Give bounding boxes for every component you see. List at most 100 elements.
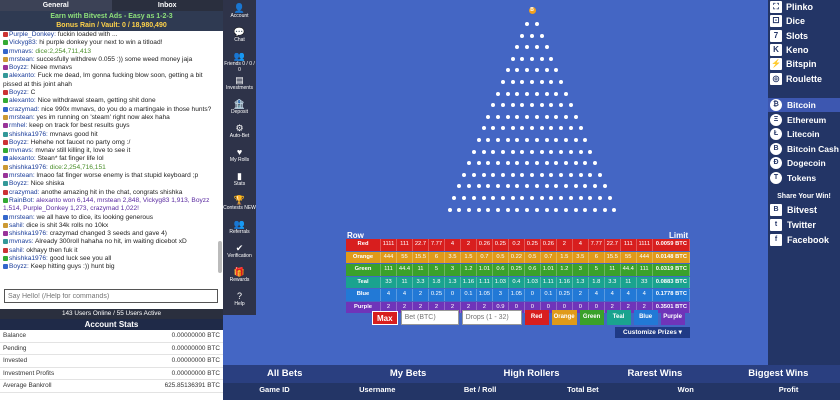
chat-username[interactable]: sahil:	[9, 222, 24, 229]
chat-username[interactable]: crazymad:	[9, 189, 39, 196]
plinko-pin	[500, 196, 505, 200]
chat-username[interactable]: Boyzz:	[9, 139, 29, 146]
plinko-pin	[568, 172, 573, 177]
coin-tokens[interactable]: T Tokens	[768, 171, 840, 186]
account-stats-title: Account Stats	[0, 319, 223, 330]
chat-username[interactable]: rmhel:	[9, 122, 27, 129]
chat-username[interactable]: Boyzz:	[9, 89, 29, 96]
menu-item-account[interactable]: 👤 Account	[223, 0, 256, 24]
coin-bitcoin-cash[interactable]: B Bitcoin Cash	[768, 142, 840, 157]
chat-text: Keep hitting guys :)) hunt big	[28, 263, 115, 271]
game-plinko[interactable]: ⛶ Plinko	[768, 0, 840, 14]
prize-value: 55	[397, 251, 413, 263]
chat-username[interactable]: shishka1976:	[9, 131, 48, 138]
menu-item-friends[interactable]: 👥 Friends 0 / 0 / 0	[223, 48, 256, 73]
chat-username[interactable]: mrstean:	[9, 56, 35, 63]
drop-red-button[interactable]: Red	[524, 310, 549, 325]
drop-orange-button[interactable]: Orange	[551, 310, 577, 325]
tab-high-rollers[interactable]: High Rollers	[470, 365, 593, 383]
chat-username[interactable]: Boyzz:	[9, 180, 29, 187]
game-slots[interactable]: 7 Slots	[768, 29, 840, 43]
menu-item-referrals[interactable]: 👥 Referrals	[223, 216, 256, 240]
chat-username[interactable]: alexanto:	[9, 155, 36, 162]
tab-inbox[interactable]: Inbox	[112, 0, 224, 11]
chat-username[interactable]: shishka1976:	[9, 164, 48, 171]
menu-item-chat[interactable]: 💬 Chat	[223, 24, 256, 48]
chat-message: alexanto: Stean* fat finger life lol	[3, 155, 215, 163]
plinko-pin	[525, 68, 530, 73]
game-bitspin[interactable]: ⚡ Bitspin	[768, 57, 840, 71]
tab-biggest-wins[interactable]: Biggest Wins	[717, 365, 840, 383]
game-dice[interactable]: ⚀ Dice	[768, 14, 840, 28]
drop-green-button[interactable]: Green	[579, 310, 604, 325]
chat-input[interactable]	[4, 289, 218, 303]
max-button[interactable]: Max	[372, 310, 398, 325]
plinko-pin	[471, 149, 476, 154]
menu-item-help[interactable]: ? Help	[223, 288, 256, 312]
menu-item-auto-bet[interactable]: ⚙ Auto-Bet	[223, 120, 256, 144]
menu-item-my[interactable]: ♥ My Rolls	[223, 144, 256, 168]
avatar	[3, 98, 8, 104]
menu-item-contests[interactable]: 🏆 Contests NEW	[223, 192, 256, 216]
chat-text: keep on track for best results guys	[27, 122, 130, 130]
prize-value: 1.11	[477, 276, 493, 288]
game-roulette[interactable]: ◎ Roulette	[768, 71, 840, 85]
share-twitter[interactable]: t Twitter	[768, 217, 840, 232]
tab-rarest-wins[interactable]: Rarest Wins	[593, 365, 716, 383]
coin-dogecoin[interactable]: Ð Dogecoin	[768, 156, 840, 171]
coin-litecoin[interactable]: Ł Litecoin	[768, 127, 840, 142]
drop-blue-button[interactable]: Blue	[633, 310, 658, 325]
share-bitvest[interactable]: B Bitvest	[768, 202, 840, 217]
chat-username[interactable]: Boyzz:	[9, 263, 29, 270]
chat-username[interactable]: Vickyg83:	[9, 39, 37, 46]
chat-username[interactable]: Boyzz:	[9, 64, 29, 71]
prize-value: 1.03	[525, 276, 541, 288]
chat-username[interactable]: crazymad:	[9, 106, 39, 113]
plinko-pin	[486, 161, 491, 166]
prize-value: 1.5	[461, 251, 477, 263]
menu-item-verification[interactable]: ✔ Verification	[223, 240, 256, 264]
menu-item-deposit[interactable]: 🏦 Deposit	[223, 96, 256, 120]
plinko-pin	[539, 196, 544, 200]
tab-my-bets[interactable]: My Bets	[346, 365, 469, 383]
share-facebook[interactable]: f Facebook	[768, 232, 840, 247]
chat-username[interactable]: alexanto:	[9, 72, 36, 79]
bets-panel: All Bets My Bets High Rollers Rarest Wins Bi…	[223, 365, 840, 400]
coin-bitcoin[interactable]: ₿ Bitcoin	[768, 97, 840, 113]
chat-username[interactable]: mrstean:	[9, 114, 35, 121]
prize-limit: 0.1778 BTC	[653, 289, 690, 301]
bet-input[interactable]	[400, 310, 459, 325]
plinko-pin	[505, 91, 510, 96]
chat-username[interactable]: mvnavs:	[9, 48, 34, 55]
stat-label: Invested	[3, 357, 28, 364]
coin-ethereum[interactable]: Ξ Ethereum	[768, 112, 840, 127]
tab-all-bets[interactable]: All Bets	[223, 365, 346, 383]
earn-banner[interactable]: Earn with Bitvest Ads - Easy as 1-2-3 Bo…	[0, 11, 223, 31]
drops-input[interactable]	[461, 310, 522, 325]
chat-username[interactable]: shishka1976:	[9, 230, 48, 237]
chat-scrollbar[interactable]	[218, 241, 222, 273]
plinko-pin	[500, 126, 505, 131]
chat-username[interactable]: shishka1976:	[9, 255, 48, 262]
chat-username[interactable]: RainBot:	[9, 197, 34, 204]
chat-username[interactable]: mvnavs:	[9, 238, 34, 245]
chat-username[interactable]: mrstean:	[9, 214, 35, 221]
chat-username[interactable]: mvnavs:	[9, 147, 34, 154]
plinko-pin	[520, 80, 525, 84]
customize-prizes-button[interactable]: Customize Prizes ▾	[615, 327, 690, 338]
bets-header: Game ID Username Bet / Roll Total Bet Won Pro…	[223, 383, 840, 400]
chat-username[interactable]: Purple_Donkey:	[9, 31, 56, 38]
chat-username[interactable]: alexanto:	[9, 97, 36, 104]
plinko-pin	[486, 184, 491, 189]
drop-purple-button[interactable]: Purple	[660, 310, 685, 325]
menu-item-rewards[interactable]: 🎁 Rewards	[223, 264, 256, 288]
tab-general[interactable]: General	[0, 0, 112, 11]
drop-teal-button[interactable]: Teal	[606, 310, 631, 325]
game-keno[interactable]: K Keno	[768, 43, 840, 57]
chat-username[interactable]: mrstean:	[9, 172, 35, 179]
avatar	[3, 48, 8, 54]
menu-item-stats[interactable]: ▮ Stats	[223, 168, 256, 192]
chat-username[interactable]: sahil:	[9, 247, 24, 254]
menu-item-investments[interactable]: ▤ Investments	[223, 72, 256, 96]
chat-message: mrstean: lmaoo fat finger worse enemy is…	[3, 172, 215, 180]
